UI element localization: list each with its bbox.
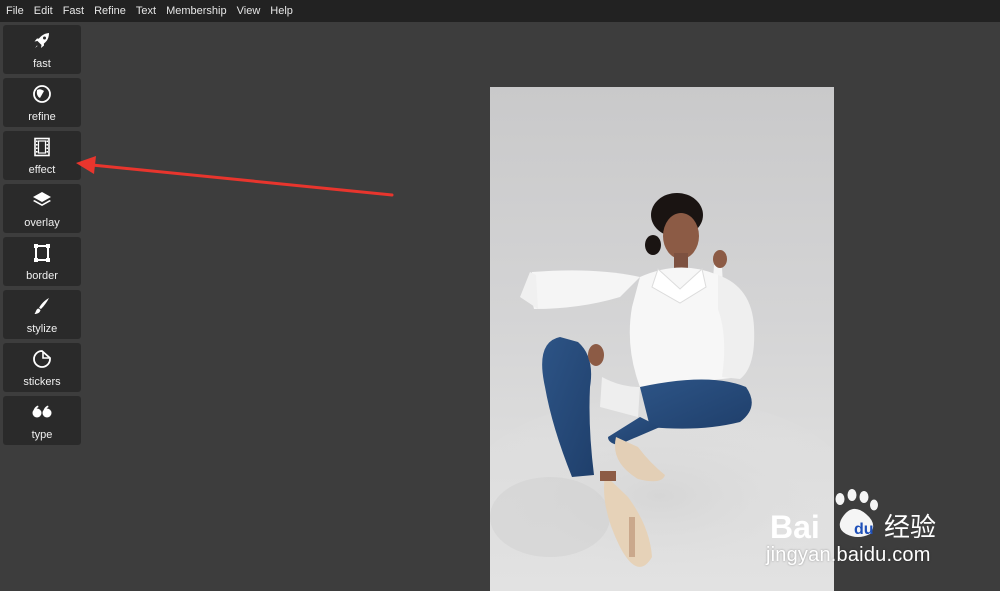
menu-refine[interactable]: Refine [89, 0, 131, 22]
tool-overlay-label: overlay [24, 217, 60, 229]
tool-border-button[interactable]: border [3, 237, 81, 286]
tool-effect-button[interactable]: effect [3, 131, 81, 180]
menu-fast[interactable]: Fast [58, 0, 89, 22]
quote-icon [31, 401, 53, 423]
tool-refine-button[interactable]: refine [3, 78, 81, 127]
refine-icon [31, 83, 53, 105]
tool-panel: fast refine effect overlay border styliz… [3, 25, 81, 449]
tool-stylize-button[interactable]: stylize [3, 290, 81, 339]
brush-icon [31, 295, 53, 317]
menu-edit[interactable]: Edit [29, 0, 58, 22]
tool-effect-label: effect [28, 164, 56, 176]
tool-stickers-label: stickers [23, 376, 61, 388]
menu-membership[interactable]: Membership [161, 0, 232, 22]
svg-text:du: du [854, 521, 874, 538]
watermark-logo-text: Bai [770, 509, 820, 545]
baidu-watermark: Bai du 经验 jingyan.baidu.com [766, 488, 956, 574]
border-frame-icon [31, 242, 53, 264]
tool-type-button[interactable]: type [3, 396, 81, 445]
film-icon [31, 136, 53, 158]
tool-stickers-button[interactable]: stickers [3, 343, 81, 392]
tool-fast-button[interactable]: fast [3, 25, 81, 74]
tool-fast-label: fast [33, 58, 51, 70]
sticker-icon [31, 348, 53, 370]
menu-bar: File Edit Fast Refine Text Membership Vi… [0, 0, 1000, 22]
baidu-logo-icon: Bai du 经验 [770, 489, 936, 545]
tool-type-label: type [31, 429, 53, 441]
menu-text[interactable]: Text [131, 0, 161, 22]
watermark-cn-text: 经验 [884, 513, 936, 543]
tool-refine-label: refine [28, 111, 56, 123]
menu-file[interactable]: File [0, 0, 29, 22]
layers-icon [31, 189, 53, 211]
rocket-icon [31, 30, 53, 52]
tool-overlay-button[interactable]: overlay [3, 184, 81, 233]
menu-help[interactable]: Help [265, 0, 298, 22]
tool-border-label: border [26, 270, 58, 282]
watermark-url: jingyan.baidu.com [766, 544, 931, 566]
tool-stylize-label: stylize [26, 323, 58, 335]
menu-view[interactable]: View [232, 0, 266, 22]
